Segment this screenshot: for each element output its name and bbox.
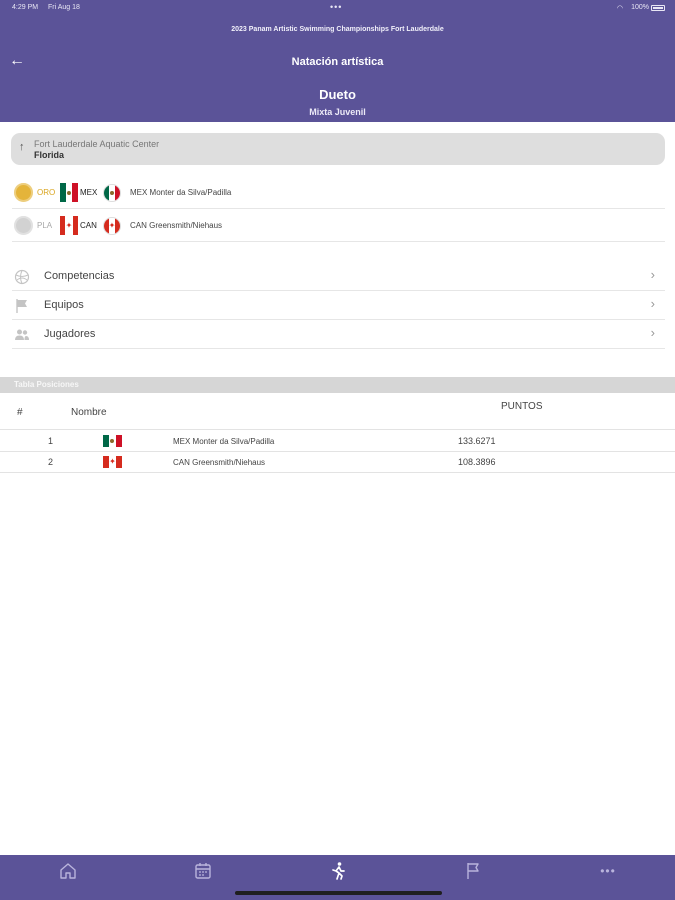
row-score: 133.6271 bbox=[458, 436, 496, 446]
chevron-right-icon: › bbox=[650, 325, 655, 340]
calendar-icon bbox=[195, 863, 211, 879]
standings-section-header: Tabla Posiciones bbox=[0, 377, 675, 393]
table-row[interactable]: 2 ✦ CAN Greensmith/Niehaus 108.3896 bbox=[0, 452, 675, 473]
home-icon bbox=[60, 863, 76, 879]
mexico-flag-icon bbox=[60, 183, 78, 202]
row-position: 2 bbox=[48, 457, 54, 467]
nav-row-jugadores[interactable]: Jugadores › bbox=[12, 320, 665, 349]
event-category: Mixta Juvenil bbox=[309, 107, 366, 117]
users-icon bbox=[14, 327, 30, 343]
venue-name: Fort Lauderdale Aquatic Center bbox=[34, 139, 160, 149]
more-icon: ••• bbox=[600, 864, 616, 878]
canada-round-flag-icon: ✦ bbox=[103, 217, 121, 235]
status-time: 4:29 PM bbox=[12, 4, 39, 11]
tab-teams[interactable] bbox=[458, 861, 488, 883]
team-name: CAN Greensmith/Niehaus bbox=[130, 221, 223, 230]
flag-icon bbox=[14, 298, 30, 314]
medal-row-gold[interactable]: ORO MEX MEX Monter da Silva/Padilla bbox=[12, 176, 665, 209]
app-header: 4:29 PM Fri Aug 18 ••• ◠ 100% 2023 Panam… bbox=[0, 0, 675, 122]
venue-card[interactable]: ↑ Fort Lauderdale Aquatic Center Florida bbox=[11, 133, 665, 165]
tab-calendar[interactable] bbox=[188, 861, 218, 883]
canada-flag-icon: ✦ bbox=[60, 216, 78, 235]
event-title: 2023 Panam Artistic Swimming Championshi… bbox=[231, 26, 444, 33]
tab-home[interactable] bbox=[53, 861, 83, 883]
battery-icon bbox=[651, 5, 665, 11]
ball-icon bbox=[14, 269, 30, 285]
section-title: Tabla Posiciones bbox=[14, 380, 79, 389]
medal-label: PLA bbox=[37, 221, 53, 230]
nav-row-competencias[interactable]: Competencias › bbox=[12, 262, 665, 291]
multitask-dots-icon[interactable]: ••• bbox=[330, 2, 342, 12]
standings-table-header: # Nombre PUNTOS bbox=[0, 394, 675, 430]
gold-medal-icon bbox=[14, 183, 33, 202]
status-bar: 4:29 PM Fri Aug 18 ••• ◠ 100% bbox=[0, 2, 675, 14]
row-team-name: CAN Greensmith/Niehaus bbox=[173, 458, 266, 467]
column-header-number: # bbox=[17, 407, 23, 418]
table-row[interactable]: 1 MEX Monter da Silva/Padilla 133.6271 bbox=[0, 431, 675, 452]
flag-icon bbox=[467, 863, 479, 879]
event-name: Dueto bbox=[319, 87, 356, 102]
column-header-points: PUNTOS bbox=[501, 401, 543, 412]
nav-row-equipos[interactable]: Equipos › bbox=[12, 291, 665, 320]
wifi-icon: ◠ bbox=[616, 5, 623, 12]
silver-medal-icon bbox=[14, 216, 33, 235]
mexico-round-flag-icon bbox=[103, 184, 121, 202]
sport-title: Natación artística bbox=[291, 56, 384, 68]
tab-athletes[interactable] bbox=[323, 861, 353, 883]
status-date: Fri Aug 18 bbox=[48, 4, 80, 11]
home-indicator[interactable] bbox=[235, 891, 442, 895]
country-code: CAN bbox=[80, 221, 97, 230]
team-name: MEX Monter da Silva/Padilla bbox=[130, 188, 232, 197]
medal-row-silver[interactable]: PLA ✦ CAN ✦ CAN Greensmith/Niehaus bbox=[12, 209, 665, 242]
row-team-name: MEX Monter da Silva/Padilla bbox=[173, 437, 275, 446]
nav-label: Jugadores bbox=[44, 328, 96, 340]
battery-percent: 100% bbox=[631, 4, 649, 11]
chevron-right-icon: › bbox=[650, 267, 655, 282]
country-code: MEX bbox=[80, 188, 98, 197]
row-position: 1 bbox=[48, 436, 54, 446]
chevron-right-icon: › bbox=[650, 296, 655, 311]
medal-label: ORO bbox=[37, 188, 56, 197]
row-score: 108.3896 bbox=[458, 457, 496, 467]
tab-more[interactable]: ••• bbox=[593, 861, 623, 883]
athlete-icon bbox=[332, 862, 345, 880]
mexico-flag-icon bbox=[103, 435, 122, 447]
venue-city: Florida bbox=[34, 150, 65, 160]
nav-label: Equipos bbox=[44, 299, 84, 311]
nav-label: Competencias bbox=[44, 270, 115, 282]
canada-flag-icon: ✦ bbox=[103, 456, 122, 468]
location-arrow-icon: ↑ bbox=[19, 141, 25, 153]
column-header-name: Nombre bbox=[71, 407, 107, 418]
